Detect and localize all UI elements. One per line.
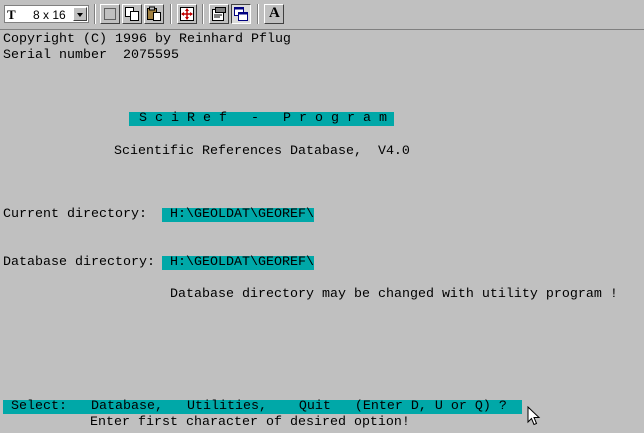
program-title: S c i R e f - P r o g r a m	[139, 111, 387, 126]
toolbar-separator	[170, 4, 172, 24]
fullscreen-icon	[180, 7, 194, 21]
copyright-line: Copyright (C) 1996 by Reinhard Pflug	[3, 32, 291, 47]
properties-button[interactable]	[209, 4, 229, 24]
toolbar-separator	[94, 4, 96, 24]
console-screen[interactable]: Copyright (C) 1996 by Reinhard Pflug Ser…	[0, 29, 644, 433]
current-directory-value: H:\GEOLDAT\GEOREF\	[162, 207, 314, 222]
option-hint: Enter first character of desired option!	[90, 415, 410, 430]
toolbar-separator	[202, 4, 204, 24]
mark-button[interactable]	[100, 4, 120, 24]
toolbar-separator	[257, 4, 259, 24]
database-directory-label: Database directory:	[3, 255, 155, 270]
database-directory-note: Database directory may be changed with u…	[170, 287, 618, 302]
current-directory-label: Current directory:	[3, 207, 147, 222]
mouse-pointer-icon	[527, 406, 541, 426]
font-size-select[interactable]: T 8 x 16	[4, 5, 89, 23]
font-type-icon: T	[7, 7, 16, 22]
copy-button[interactable]	[122, 4, 142, 24]
paste-icon	[147, 6, 161, 21]
background-icon	[234, 7, 248, 21]
font-size-value: 8 x 16	[33, 8, 66, 22]
background-button[interactable]	[231, 4, 251, 24]
database-directory-value: H:\GEOLDAT\GEOREF\	[162, 255, 314, 270]
properties-icon	[212, 7, 226, 21]
fullscreen-button[interactable]	[177, 4, 197, 24]
select-icon	[104, 8, 116, 20]
serial-number-line: Serial number 2075595	[3, 48, 179, 63]
select-prompt: Select: Database, Utilities, Quit (Enter…	[3, 399, 507, 414]
paste-button[interactable]	[144, 4, 164, 24]
copy-icon	[125, 7, 139, 21]
chevron-down-icon[interactable]	[73, 7, 87, 21]
font-icon: A	[269, 5, 280, 21]
program-subtitle: Scientific References Database, V4.0	[114, 144, 410, 159]
font-button[interactable]: A	[264, 4, 284, 24]
console-toolbar: T 8 x 16 A	[0, 0, 644, 29]
